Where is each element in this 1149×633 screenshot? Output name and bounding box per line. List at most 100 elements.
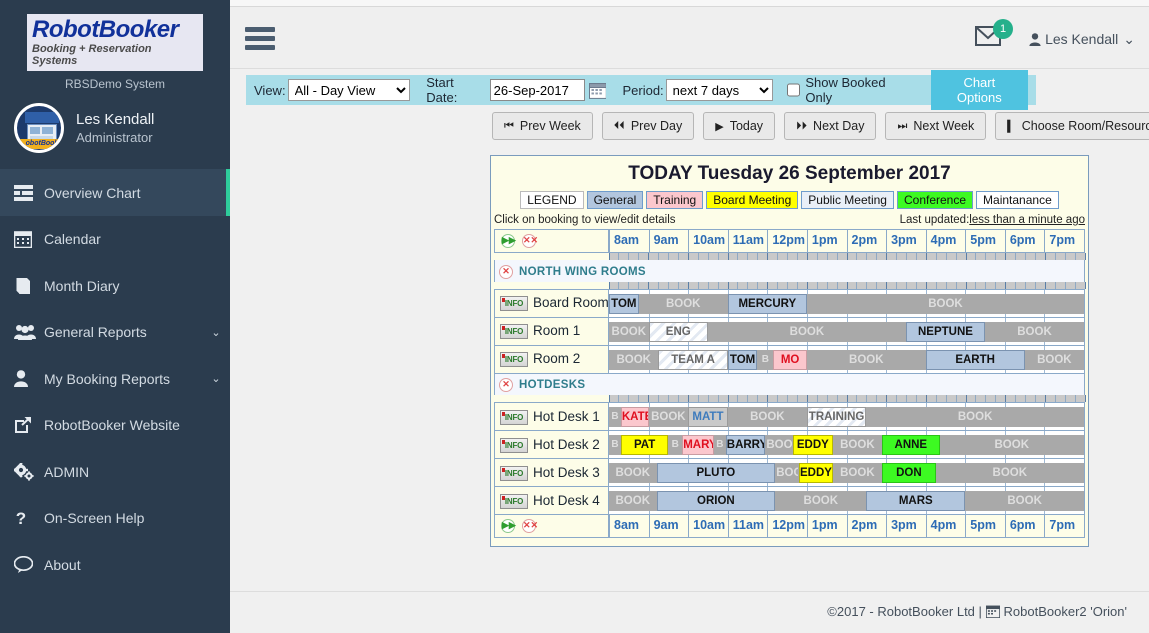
booking-block[interactable]: ANNE (882, 435, 940, 456)
group-header-row[interactable]: ✕ NORTH WING ROOMS (494, 260, 1085, 282)
book-slot[interactable]: BOOK (1024, 349, 1084, 370)
resource-label-cell[interactable]: INFO Hot Desk 3 (494, 458, 609, 488)
booking-block[interactable]: NEPTUNE (905, 321, 986, 342)
booking-block[interactable]: ORION (656, 491, 776, 512)
book-slot[interactable]: BOOK (775, 463, 799, 484)
group-header-cell[interactable]: ✕ NORTH WING ROOMS (494, 260, 1085, 282)
resource-label-cell[interactable]: INFO Hot Desk 2 (494, 430, 609, 460)
group-header-cell[interactable]: ✕ HOTDESKS (494, 373, 1085, 396)
sidebar-item-month-diary[interactable]: Month Diary (0, 262, 230, 309)
prev-day-button[interactable]: ⏴⏴ Prev Day (601, 112, 695, 140)
book-slot[interactable]: BOOK (965, 491, 1084, 512)
info-icon[interactable]: INFO (500, 493, 528, 509)
info-icon[interactable]: INFO (500, 324, 528, 340)
info-icon[interactable]: INFO (500, 296, 528, 312)
expand-all-icon[interactable]: ▶▶ (501, 519, 516, 534)
choose-room-resource-button[interactable]: ▍ Choose Room/Resource (995, 112, 1149, 140)
booking-block[interactable]: MARY (682, 435, 714, 456)
booking-block[interactable]: MERCURY (727, 293, 807, 314)
resource-label-cell[interactable]: INFO Hot Desk 1 (494, 402, 609, 432)
user-profile[interactable]: obotBook Les Kendall Administrator (0, 91, 230, 169)
next-week-button[interactable]: ⏭ Next Week (885, 112, 987, 140)
show-booked-only-checkbox[interactable] (786, 83, 801, 97)
sidebar-item-overview-chart[interactable]: Overview Chart (0, 169, 230, 216)
resource-name: Board Room (533, 295, 609, 311)
book-slot[interactable]: B (713, 435, 726, 456)
book-slot[interactable]: BOOK (832, 435, 883, 456)
booking-block[interactable]: TOM (609, 293, 639, 314)
book-slot[interactable]: BOOK (985, 321, 1084, 342)
sidebar-item-general-reports[interactable]: General Reports ⌄ (0, 309, 230, 356)
book-slot[interactable]: B (757, 349, 774, 370)
book-slot[interactable]: BOOK (765, 435, 794, 456)
sidebar-item-robotbooker-website[interactable]: RobotBooker Website (0, 402, 230, 449)
menu-toggle-icon[interactable] (245, 27, 275, 54)
view-select[interactable]: All - Day View (287, 79, 411, 101)
booking-block[interactable]: EARTH (925, 349, 1025, 370)
resource-label-cell[interactable]: INFO Board Room (494, 288, 609, 318)
book-slot[interactable]: BOOK (727, 407, 807, 428)
book-slot[interactable]: BOOK (806, 349, 926, 370)
booking-block[interactable]: EDDY (799, 463, 833, 484)
resource-label-cell[interactable]: INFO Room 2 (494, 344, 609, 374)
booking-block[interactable]: MATT (688, 407, 728, 428)
booking-block[interactable]: MARS (866, 491, 966, 512)
sidebar-item-on-screen-help[interactable]: ? On-Screen Help (0, 495, 230, 542)
messages-icon[interactable]: 1 (975, 19, 1013, 55)
resource-label-cell[interactable]: INFO Room 1 (494, 316, 609, 346)
booking-block[interactable]: BARRY (725, 435, 766, 456)
calendar-picker-icon[interactable] (588, 81, 607, 99)
start-date-input[interactable] (489, 79, 585, 101)
collapse-all-icon[interactable]: ✕✕ (522, 519, 538, 534)
book-slot[interactable]: B (609, 407, 621, 428)
collapse-group-icon[interactable]: ✕ (499, 378, 513, 393)
book-slot[interactable]: B (668, 435, 683, 456)
booking-block[interactable]: DON (882, 463, 936, 484)
today-button[interactable]: ▶ Today (703, 112, 776, 140)
sidebar-item-admin[interactable]: ADMIN (0, 448, 230, 495)
book-slot[interactable]: BOOK (775, 491, 867, 512)
booking-block[interactable]: TRAINING (806, 407, 867, 428)
sidebar-item-calendar[interactable]: Calendar (0, 216, 230, 263)
book-slot[interactable]: BOOK (609, 321, 649, 342)
booking-block[interactable]: TEAM A (658, 349, 728, 370)
tickbar (608, 253, 1086, 260)
booking-block[interactable]: TOM (727, 349, 758, 370)
booking-block[interactable]: ENG (648, 321, 708, 342)
booking-block[interactable]: EDDY (793, 435, 833, 456)
book-slot[interactable]: BOOK (638, 293, 728, 314)
booking-block[interactable]: KATE (620, 407, 649, 428)
book-slot[interactable]: BOOK (609, 463, 657, 484)
next-day-button[interactable]: ⏵⏵ Next Day (784, 112, 877, 140)
sidebar-item-about[interactable]: About (0, 541, 230, 588)
book-slot[interactable]: BOOK (866, 407, 1084, 428)
info-icon[interactable]: INFO (500, 352, 528, 368)
book-slot[interactable]: BOOK (939, 435, 1084, 456)
prev-week-button[interactable]: ⏮ Prev Week (492, 112, 593, 140)
resource-label-cell[interactable]: INFO Hot Desk 4 (494, 486, 609, 516)
brand-logo[interactable]: RobotBooker Booking + Reservation System… (27, 14, 203, 72)
book-slot[interactable]: BOOK (609, 491, 657, 512)
period-select[interactable]: next 7 days (665, 79, 773, 101)
book-slot[interactable]: BOOK (609, 349, 659, 370)
info-icon[interactable]: INFO (500, 437, 528, 453)
info-icon[interactable]: INFO (500, 409, 528, 425)
book-slot[interactable]: BOOK (707, 321, 906, 342)
expand-all-icon[interactable]: ▶▶ (501, 234, 516, 249)
booking-block[interactable]: MO (773, 349, 807, 370)
resource-name: Room 1 (533, 323, 581, 339)
book-slot[interactable]: BOOK (648, 407, 689, 428)
booking-block[interactable]: PAT (620, 435, 669, 456)
book-slot[interactable]: B (609, 435, 621, 456)
book-slot[interactable]: BOOK (935, 463, 1084, 484)
user-menu[interactable]: Les Kendall ⌄ (1029, 31, 1135, 48)
group-header-row[interactable]: ✕ HOTDESKS (494, 373, 1085, 396)
info-icon[interactable]: INFO (500, 465, 528, 481)
sidebar-item-my-booking-reports[interactable]: My Booking Reports ⌄ (0, 355, 230, 402)
book-slot[interactable]: BOOK (832, 463, 883, 484)
book-slot[interactable]: BOOK (806, 293, 1084, 314)
chart-options-button[interactable]: Chart Options (930, 70, 1028, 110)
booking-block[interactable]: PLUTO (656, 463, 776, 484)
collapse-group-icon[interactable]: ✕ (499, 264, 513, 279)
collapse-all-icon[interactable]: ✕✕ (522, 234, 538, 249)
